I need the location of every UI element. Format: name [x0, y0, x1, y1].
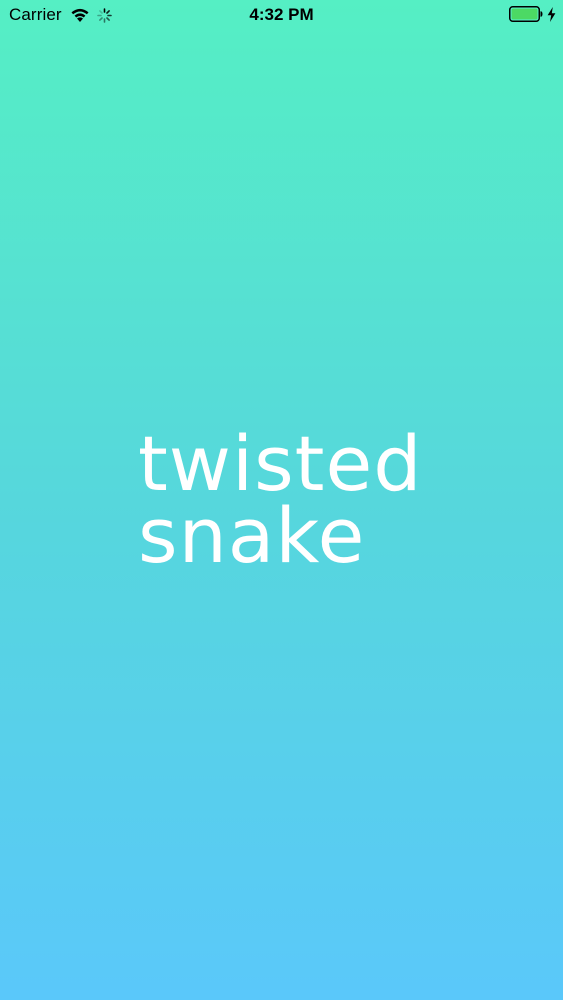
battery-icon [509, 6, 543, 22]
logo-line-twisted: twisted [138, 419, 423, 508]
app-logo-text: twisted snake [138, 419, 438, 580]
status-time: 4:32 PM [249, 5, 314, 24]
status-right [509, 6, 556, 22]
charging-bolt-icon [547, 6, 556, 22]
status-bar: Carrier 4:32 PM [0, 0, 563, 30]
logo-line-snake: snake [138, 491, 366, 580]
